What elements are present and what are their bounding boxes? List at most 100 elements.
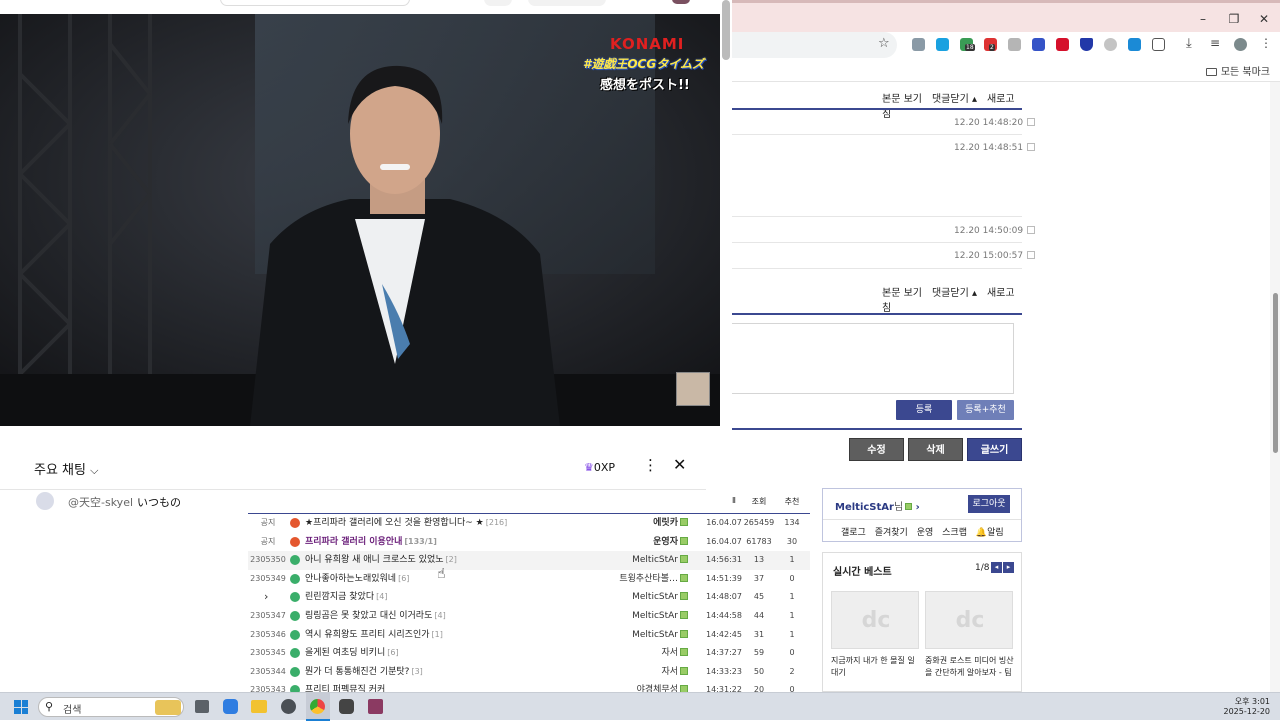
comment-count[interactable]: [6] xyxy=(387,648,398,657)
extension-icon[interactable]: 2 xyxy=(984,38,997,51)
post-title[interactable]: 아니 유희왕 새 애니 크로스도 있었노 [2] xyxy=(305,551,625,569)
extension-icon[interactable]: 18 xyxy=(960,38,975,51)
post-title[interactable]: 뭔가 더 통통해진건 기분탓? [3] xyxy=(305,663,625,681)
extension-icon[interactable] xyxy=(936,38,949,51)
logout-button[interactable]: 로그아웃 xyxy=(968,495,1010,513)
gallog-link[interactable]: 갤로그 xyxy=(841,528,866,538)
comment-count[interactable]: [4] xyxy=(434,611,445,620)
extension-icon[interactable] xyxy=(1008,38,1021,51)
chat-mode-dropdown[interactable]: 주요 채팅 ⌵ xyxy=(34,459,98,478)
comment-count[interactable]: [1] xyxy=(432,630,443,639)
view-post-link[interactable]: 본문 보기 xyxy=(882,288,922,299)
comment-count[interactable]: [133/1] xyxy=(404,537,437,546)
table-row[interactable]: 2305344 뭔가 더 통통해진건 기분탓? [3] 자서 14:33:23 50 2 xyxy=(248,663,810,682)
delete-button[interactable]: 삭제 xyxy=(908,438,963,461)
next-icon[interactable]: ▸ xyxy=(1003,562,1014,573)
comment-count[interactable]: [2] xyxy=(446,555,457,564)
favorites-link[interactable]: 즐겨찾기 xyxy=(875,528,908,538)
table-row[interactable]: 2305350 아니 유희왕 새 애니 크로스도 있었노 [2] MelticStAr… xyxy=(248,551,810,570)
post-title[interactable]: 프리파라 갤러리 이용안내 [133/1] xyxy=(305,533,625,551)
app-icon[interactable] xyxy=(368,699,383,714)
post-author[interactable]: 운영자 xyxy=(618,533,688,551)
close-comments-link[interactable]: 댓글닫기 ▴ xyxy=(932,94,977,105)
comment-count[interactable]: [216] xyxy=(486,518,508,527)
voice-button[interactable] xyxy=(528,0,606,6)
scrollbar-thumb[interactable] xyxy=(1273,293,1278,453)
more-icon[interactable]: ⋮ xyxy=(643,456,658,474)
table-row[interactable]: 2305347 링링곰은 못 찾았고 대신 이거라도 [4] MelticStAr 14… xyxy=(248,607,810,626)
post-author[interactable]: 자서 xyxy=(618,663,688,681)
comment-count[interactable]: [4] xyxy=(376,592,387,601)
avatar[interactable] xyxy=(672,0,690,4)
extension-icon[interactable] xyxy=(912,38,925,51)
delete-icon[interactable] xyxy=(1027,118,1036,126)
table-row[interactable]: 2305346 역시 유희왕도 프리티 시리즈인가 [1] MelticStAr 14:… xyxy=(248,626,810,645)
manage-link[interactable]: 운영 xyxy=(917,528,934,538)
bookmarks-folder[interactable]: 모든 북마크 xyxy=(1205,63,1270,78)
scrap-link[interactable]: 스크랩 xyxy=(942,528,967,538)
best-thumbnail[interactable]: dc xyxy=(925,591,1013,649)
scrollbar[interactable] xyxy=(1270,82,1280,692)
write-button[interactable]: 글쓰기 xyxy=(967,438,1022,461)
post-title[interactable]: 역시 유희왕도 프리티 시리즈인가 [1] xyxy=(305,626,625,644)
post-author[interactable]: MelticStAr xyxy=(618,607,688,625)
steam-icon[interactable] xyxy=(281,699,296,714)
extension-icon[interactable] xyxy=(1080,38,1093,51)
download-extension-icon[interactable] xyxy=(1128,38,1141,51)
post-title[interactable]: 을게된 여초딩 비키니 [6] xyxy=(305,644,625,662)
edit-button[interactable]: 수정 xyxy=(849,438,904,461)
comment-textarea[interactable] xyxy=(732,323,1014,394)
app-icon[interactable] xyxy=(339,699,354,714)
puzzle-icon[interactable] xyxy=(1152,38,1165,51)
post-title[interactable]: 안나좋아하는노래있워네 [6] xyxy=(305,570,625,588)
submit-recommend-button[interactable]: 등록+추천 xyxy=(957,400,1014,420)
post-author[interactable]: MelticStAr xyxy=(618,551,688,569)
table-row[interactable]: 2305345 을게된 여초딩 비키니 [6] 자서 14:37:27 59 0 xyxy=(248,644,810,663)
search-input[interactable]: ⚲ 검색 xyxy=(38,697,184,717)
copilot-icon[interactable] xyxy=(223,699,238,714)
close-comments-link[interactable]: 댓글닫기 ▴ xyxy=(932,288,977,299)
post-title[interactable]: ★프리파라 갤러리에 오신 것을 환영합니다~ ★ [216] xyxy=(305,514,625,532)
windows-start-icon[interactable] xyxy=(14,700,28,714)
extension-icon[interactable] xyxy=(1032,38,1045,51)
extension-icon[interactable] xyxy=(1104,38,1117,51)
view-post-link[interactable]: 본문 보기 xyxy=(882,94,922,105)
table-row[interactable]: 공지 프리파라 갤러리 이용안내 [133/1] 운영자 16.04.07 61783 30 xyxy=(248,533,810,552)
table-row[interactable]: 2305349 안나좋아하는노래있워네 [6] 트윙추산타볼… 14:51:39 37 0 xyxy=(248,570,810,589)
delete-icon[interactable] xyxy=(1027,143,1036,151)
chevron-right-icon[interactable]: › xyxy=(264,588,268,606)
star-icon[interactable]: ☆ xyxy=(878,36,890,51)
post-author[interactable]: 자서 xyxy=(618,644,688,662)
xp-button[interactable]: ♛0XP xyxy=(584,458,630,478)
task-view-icon[interactable] xyxy=(195,700,209,713)
best-item-title[interactable]: 지금까지 내가 한 몰질 일대기 xyxy=(831,655,921,679)
delete-icon[interactable] xyxy=(1027,226,1036,234)
chat-message-author[interactable]: @天空-skyel xyxy=(68,494,133,510)
post-author[interactable]: 에릿카 xyxy=(618,514,688,532)
table-row[interactable]: › 린린깜지금 찾았다 [4] MelticStAr 14:48:07 45 1 xyxy=(248,588,810,607)
table-row[interactable]: 공지 ★프리파라 갤러리에 오신 것을 환영합니다~ ★ [216] 에릿카 16.04… xyxy=(248,514,810,533)
clock-date[interactable]: 2025-12-20 xyxy=(1200,707,1271,716)
post-title[interactable]: 링링곰은 못 찾았고 대신 이거라도 [4] xyxy=(305,607,625,625)
chrome-taskbar-button[interactable] xyxy=(306,693,330,721)
prev-icon[interactable]: ◂ xyxy=(991,562,1002,573)
post-author[interactable]: MelticStAr xyxy=(618,626,688,644)
download-icon[interactable]: ⤓ xyxy=(1186,36,1192,51)
delete-icon[interactable] xyxy=(1027,251,1036,259)
minimize-button[interactable]: – xyxy=(1188,9,1218,29)
best-thumbnail[interactable]: dc xyxy=(831,591,919,649)
close-window-button[interactable]: ✕ xyxy=(1249,9,1279,29)
video-player[interactable]: KONAMI #遊戯王OCGタイムズ 感想をポスト!! xyxy=(0,14,720,426)
post-title[interactable]: 린린깜지금 찾았다 [4] xyxy=(305,588,625,606)
clock-time[interactable]: 오후 3:01 xyxy=(1200,696,1270,707)
close-icon[interactable]: ✕ xyxy=(673,455,686,474)
comment-count[interactable]: [6] xyxy=(398,574,409,583)
extension-icon[interactable] xyxy=(1056,38,1069,51)
comment-count[interactable]: [3] xyxy=(411,667,422,676)
avatar[interactable] xyxy=(1234,38,1247,51)
scrollbar-thumb[interactable] xyxy=(722,0,730,60)
notification-link[interactable]: 알림 xyxy=(987,528,1004,538)
submit-button[interactable]: 등록 xyxy=(896,400,952,420)
best-item-title[interactable]: 중화권 로스트 미디어 빙산을 간단하게 알아보자 - 팀 xyxy=(925,655,1017,679)
menu-icon[interactable]: ⋮ xyxy=(1260,36,1272,50)
